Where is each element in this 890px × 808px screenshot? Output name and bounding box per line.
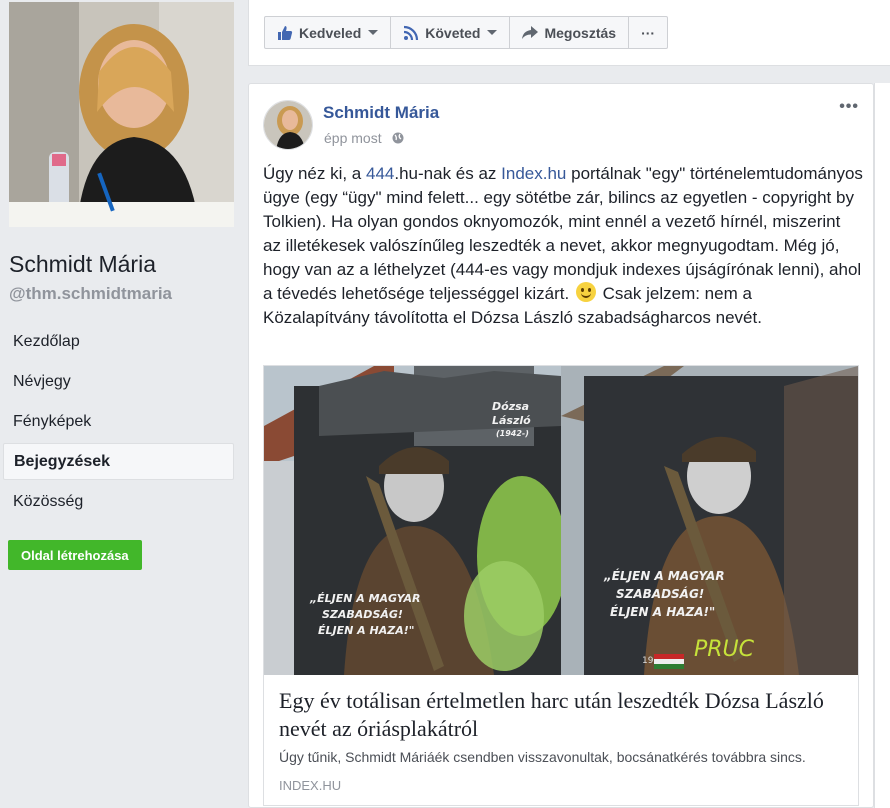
left-column: Schmidt Mária @thm.schmidtmaria Kezdőlap… [0, 0, 247, 808]
rss-icon [404, 25, 419, 40]
mural-quote-line-2: SZABADSÁG! [322, 608, 403, 621]
page-nav: Kezdőlap Névjegy Fényképek Bejegyzések K… [3, 323, 234, 523]
share-arrow-icon [522, 25, 539, 39]
smiley-emoji-icon [575, 282, 596, 302]
mural-quote-line-1: „ÉLJEN A MAGYAR [309, 592, 421, 605]
post-body: Úgy néz ki, a 444.hu-nak és az Index.hu … [263, 162, 863, 330]
right-column-edge [874, 83, 890, 808]
nav-item-home[interactable]: Kezdőlap [3, 323, 234, 360]
nav-item-community[interactable]: Közösség [3, 483, 234, 520]
link-title[interactable]: Egy év totálisan értelmetlen harc után l… [279, 687, 849, 743]
mural-quote-line-2: SZABADSÁG! [616, 586, 704, 601]
link-description: Úgy tűnik, Schmidt Máriáék csendben viss… [279, 749, 806, 765]
globe-icon[interactable] [392, 132, 404, 144]
more-dots-icon: ··· [641, 24, 656, 41]
share-button[interactable]: Megosztás [510, 17, 630, 48]
post-text-part: .hu-nak és az [394, 164, 502, 183]
link-index[interactable]: Index.hu [501, 164, 566, 183]
more-options-button[interactable]: ··· [629, 17, 667, 48]
like-button[interactable]: Kedveled [265, 17, 392, 48]
mural-years: (1942-) [496, 429, 529, 438]
post-meta: épp most [324, 130, 404, 146]
nav-item-about[interactable]: Névjegy [3, 363, 234, 400]
nav-item-posts[interactable]: Bejegyzések [3, 443, 234, 480]
post-text-part: portálnak "egy" történelemtudományos ügy… [263, 164, 863, 303]
thumbs-up-icon [278, 25, 293, 40]
share-label: Megosztás [544, 24, 617, 41]
mural-name-1: Dózsa [492, 400, 529, 413]
like-label: Kedveled [299, 24, 362, 41]
follow-label: Követed [425, 24, 481, 41]
post-card: Schmidt Mária épp most ••• Úgy néz ki, a… [248, 83, 874, 808]
action-button-group: Kedveled Követed Megosztás ··· [264, 16, 669, 49]
profile-photo[interactable] [9, 2, 234, 227]
page-handle[interactable]: @thm.schmidtmaria [9, 284, 172, 304]
post-author[interactable]: Schmidt Mária [323, 103, 439, 123]
mural-quote-line-1: „ÉLJEN A MAGYAR [603, 568, 725, 583]
post-options-button[interactable]: ••• [839, 98, 859, 116]
follow-button[interactable]: Követed [391, 17, 511, 48]
link-preview-image[interactable]: Dózsa László (1942-) „ÉLJEN A MAGYAR SZA… [264, 366, 858, 675]
link-444[interactable]: 444 [366, 164, 394, 183]
post-text-part: Úgy néz ki, a [263, 164, 366, 183]
mural-name-2: László [492, 414, 531, 427]
chevron-down-icon [487, 30, 498, 35]
create-page-button[interactable]: Oldal létrehozása [8, 540, 142, 570]
link-preview[interactable]: Dózsa László (1942-) „ÉLJEN A MAGYAR SZA… [263, 365, 859, 806]
post-timestamp[interactable]: épp most [324, 130, 382, 146]
page-actions-bar: Kedveled Követed Megosztás ··· [248, 0, 890, 66]
mural-quote-line-3: ÉLJEN A HAZA!" [318, 624, 414, 637]
page-name[interactable]: Schmidt Mária [9, 251, 156, 278]
link-domain: INDEX.HU [279, 778, 342, 793]
nav-item-photos[interactable]: Fényképek [3, 403, 234, 440]
graffiti-text: PRUC [694, 637, 755, 662]
chevron-down-icon [368, 30, 379, 35]
mural-quote-line-3: ÉLJEN A HAZA!" [610, 604, 715, 619]
author-avatar[interactable] [263, 100, 313, 150]
